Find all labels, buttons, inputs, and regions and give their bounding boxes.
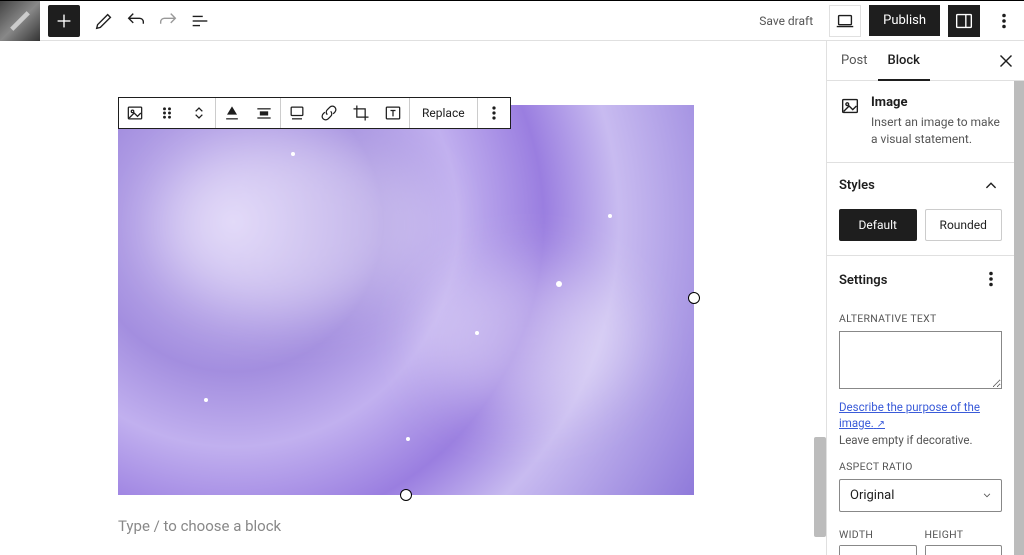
close-icon bbox=[995, 50, 1017, 72]
crop-button[interactable] bbox=[345, 98, 377, 128]
alt-text-label: ALTERNATIVE TEXT bbox=[827, 312, 1014, 325]
undo-button[interactable] bbox=[120, 5, 152, 37]
vertical-dots-icon bbox=[484, 103, 504, 123]
drag-icon bbox=[157, 103, 177, 123]
block-summary: Image Insert an image to make a visual s… bbox=[827, 81, 1014, 163]
canvas-scrollbar[interactable] bbox=[814, 437, 826, 537]
editor-app: Save draft Publish bbox=[0, 0, 1024, 555]
vertical-dots-icon bbox=[993, 10, 1015, 32]
redo-icon bbox=[157, 10, 179, 32]
block-type-button[interactable] bbox=[119, 98, 151, 128]
alt-help-link[interactable]: Describe the purpose of the image. ↗ bbox=[839, 400, 980, 430]
aspect-ratio-select[interactable]: Original bbox=[839, 479, 1002, 512]
text-overlay-button[interactable] bbox=[377, 98, 409, 128]
list-view-button[interactable] bbox=[184, 5, 216, 37]
wp-home-button[interactable] bbox=[0, 1, 40, 41]
caption-icon bbox=[287, 103, 307, 123]
tab-block[interactable]: Block bbox=[878, 41, 930, 81]
image-content bbox=[118, 105, 694, 495]
image-icon bbox=[839, 95, 861, 117]
undo-icon bbox=[125, 10, 147, 32]
style-rounded-button[interactable]: Rounded bbox=[925, 209, 1003, 241]
tab-post[interactable]: Post bbox=[831, 41, 878, 81]
settings-sidebar: Post Block Image Insert an image to make… bbox=[826, 41, 1024, 555]
link-icon bbox=[319, 103, 339, 123]
settings-more-button[interactable] bbox=[980, 268, 1002, 294]
close-sidebar-button[interactable] bbox=[992, 47, 1020, 75]
save-draft-button[interactable]: Save draft bbox=[751, 10, 821, 32]
add-block-button[interactable] bbox=[48, 5, 80, 37]
crop-icon bbox=[351, 103, 371, 123]
width-button[interactable] bbox=[248, 98, 280, 128]
alt-help-text: Leave empty if decorative. bbox=[839, 433, 973, 447]
move-button[interactable] bbox=[183, 98, 215, 128]
publish-button[interactable]: Publish bbox=[869, 5, 940, 36]
align-center-icon bbox=[254, 103, 274, 123]
vertical-dots-icon bbox=[980, 268, 1002, 290]
external-icon: ↗ bbox=[877, 419, 885, 430]
image-icon bbox=[125, 103, 145, 123]
list-view-icon bbox=[189, 10, 211, 32]
block-more-button[interactable] bbox=[478, 98, 510, 128]
style-default-button[interactable]: Default bbox=[839, 209, 917, 241]
more-options-button[interactable] bbox=[988, 5, 1020, 37]
plus-icon bbox=[53, 10, 75, 32]
block-toolbar: Replace bbox=[118, 97, 511, 129]
image-block[interactable] bbox=[118, 105, 694, 495]
pencil-icon bbox=[93, 10, 115, 32]
edit-tool-button[interactable] bbox=[88, 5, 120, 37]
resize-handle-right[interactable] bbox=[688, 292, 700, 304]
text-overlay-icon bbox=[383, 103, 403, 123]
sidebar-icon bbox=[953, 10, 975, 32]
settings-panel-toggle[interactable] bbox=[948, 5, 980, 37]
align-icon bbox=[222, 103, 242, 123]
width-label: WIDTH bbox=[839, 528, 917, 541]
settings-heading: Settings bbox=[839, 273, 887, 288]
height-input[interactable] bbox=[926, 546, 977, 555]
chevron-up-icon bbox=[980, 175, 1002, 197]
styles-panel-toggle[interactable]: Styles bbox=[827, 163, 1014, 209]
align-button[interactable] bbox=[216, 98, 248, 128]
height-label: HEIGHT bbox=[925, 528, 1003, 541]
replace-button[interactable]: Replace bbox=[410, 106, 477, 120]
resize-handle-bottom[interactable] bbox=[400, 489, 412, 501]
block-description: Insert an image to make a visual stateme… bbox=[871, 114, 1002, 148]
block-appender[interactable]: Type / to choose a block bbox=[118, 517, 708, 535]
link-button[interactable] bbox=[313, 98, 345, 128]
preview-button[interactable] bbox=[829, 5, 861, 37]
width-input[interactable] bbox=[840, 546, 891, 555]
sidebar-scrollbar[interactable] bbox=[1014, 81, 1024, 555]
laptop-icon bbox=[834, 10, 856, 32]
alt-text-input[interactable] bbox=[839, 331, 1002, 389]
top-toolbar: Save draft Publish bbox=[0, 1, 1024, 41]
drag-handle[interactable] bbox=[151, 98, 183, 128]
chevrons-vertical-icon bbox=[189, 103, 209, 123]
block-title: Image bbox=[871, 95, 907, 110]
redo-button[interactable] bbox=[152, 5, 184, 37]
caption-button[interactable] bbox=[281, 98, 313, 128]
editor-canvas[interactable]: Replace bbox=[0, 41, 826, 555]
styles-heading: Styles bbox=[839, 178, 875, 193]
aspect-ratio-label: ASPECT RATIO bbox=[827, 460, 1014, 473]
